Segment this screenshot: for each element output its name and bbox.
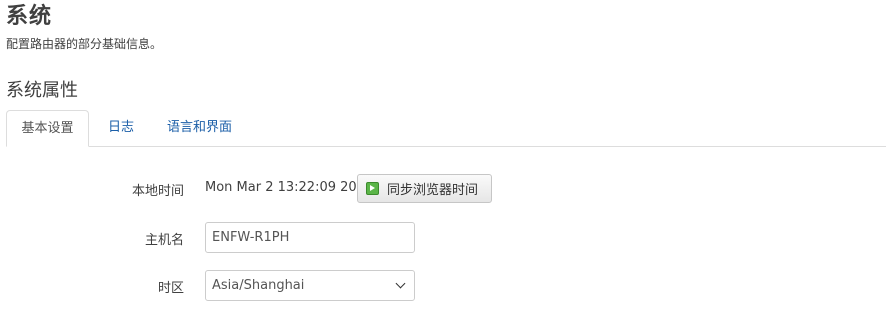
sync-browser-time-button[interactable]: 同步浏览器时间 (357, 174, 492, 203)
page-title: 系统 (6, 4, 53, 29)
tab-basic-settings[interactable]: 基本设置 (6, 110, 89, 147)
tab-log[interactable]: 日志 (108, 110, 134, 146)
page-description: 配置路由器的部分基础信息。 (6, 37, 163, 51)
tab-language-interface[interactable]: 语言和界面 (167, 110, 232, 146)
hostname-label: 主机名 (144, 233, 184, 248)
local-time-label: 本地时间 (131, 184, 184, 199)
system-page: 系统 配置路由器的部分基础信息。 系统属性 基本设置 日志 语言和界面 本地时间… (0, 0, 886, 319)
timezone-selected-value: Asia/Shanghai (212, 278, 305, 293)
local-time-value: Mon Mar 2 13:22:09 2020 (205, 180, 374, 195)
timezone-label: 时区 (157, 281, 184, 296)
sync-icon (366, 182, 379, 195)
hostname-input[interactable] (205, 222, 415, 253)
chevron-down-icon (395, 278, 406, 289)
tab-bar: 基本设置 日志 语言和界面 (6, 110, 886, 147)
sync-button-label: 同步浏览器时间 (387, 183, 479, 198)
timezone-select[interactable]: Asia/Shanghai (205, 270, 415, 301)
section-title: 系统属性 (6, 80, 78, 101)
